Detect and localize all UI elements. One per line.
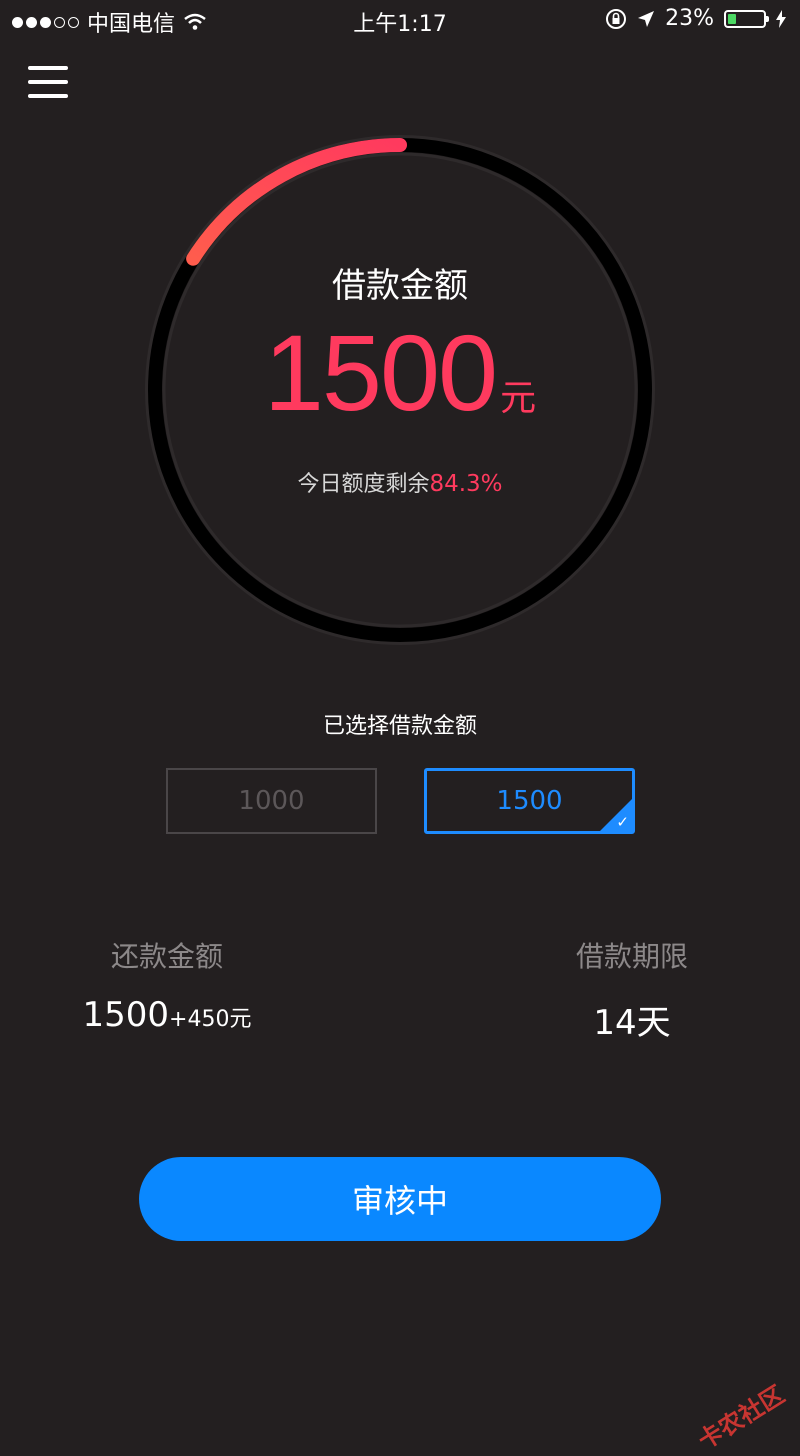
battery-icon (724, 9, 769, 28)
remaining-percent: 84.3% (429, 471, 503, 497)
term-value: 14天 (593, 1003, 671, 1043)
amount-number: 1500 (263, 312, 498, 433)
remaining-label: 今日额度剩余 (297, 472, 430, 497)
loan-amount-value: 1500 元 (140, 310, 660, 435)
button-label: 审核中 (351, 1182, 448, 1220)
repayment-amount: 1500 (82, 995, 170, 1035)
term-label: 借款期限 (575, 940, 688, 973)
battery-percent: 23% (665, 6, 714, 31)
repayment-label: 还款金额 (110, 940, 223, 973)
charging-bolt-icon (776, 9, 786, 28)
progress-arc (186, 138, 407, 266)
option-label: 1500 (496, 786, 563, 816)
watermark: 卡农社区 (693, 1380, 790, 1456)
amount-unit: 元 (500, 378, 537, 419)
repayment-extra: +450元 (169, 1007, 252, 1032)
loan-amount-title: 借款金额 (332, 266, 468, 306)
checkmark-icon: ✓ (616, 813, 629, 831)
amount-option-1500[interactable]: 1500 ✓ (424, 768, 635, 834)
location-arrow-icon (638, 10, 655, 27)
credit-gauge: 借款金额 1500 元 今日额度剩余84.3% (140, 130, 660, 650)
option-label: 1000 (238, 786, 305, 816)
rotation-lock-icon (606, 8, 627, 29)
review-status-button[interactable]: 审核中 (139, 1157, 661, 1241)
amount-option-1000[interactable]: 1000 (166, 768, 377, 834)
status-bar: 中国电信 上午1:17 23% (0, 0, 800, 40)
remaining-quota: 今日额度剩余84.3% (140, 466, 660, 498)
repayment-value: 1500+450元 (57, 995, 277, 1035)
hamburger-menu-icon[interactable] (28, 66, 68, 100)
selected-amount-label: 已选择借款金额 (322, 714, 477, 739)
